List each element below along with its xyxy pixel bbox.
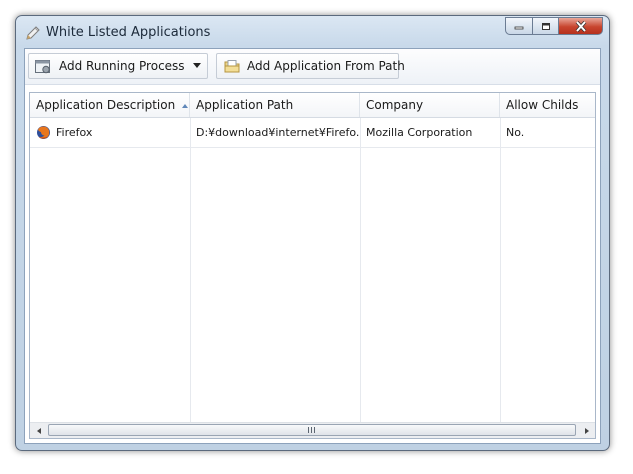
toolbar: Add Running Process Add Application From… <box>25 49 600 85</box>
sort-ascending-icon <box>182 103 189 108</box>
cell-application-description: Firefox <box>30 118 190 147</box>
window-title: White Listed Applications <box>46 25 211 40</box>
maximize-button[interactable] <box>532 17 558 35</box>
minimize-button[interactable] <box>505 17 532 35</box>
grip-icon <box>308 427 316 433</box>
column-header-label: Application Path <box>196 98 294 112</box>
folder-icon <box>224 60 240 73</box>
column-header-allow-childs[interactable]: Allow Childs <box>500 93 595 117</box>
scroll-right-button[interactable] <box>578 423 595 438</box>
app-window: White Listed Applications Add Running Pr… <box>15 15 610 451</box>
close-icon <box>575 20 586 32</box>
title-bar[interactable]: White Listed Applications <box>16 16 609 48</box>
application-table: Application Description Application Path… <box>29 92 596 439</box>
caption-buttons <box>505 17 603 35</box>
column-divider <box>190 118 191 424</box>
arrow-left-icon <box>36 427 41 434</box>
table-header: Application Description Application Path… <box>30 93 595 118</box>
scrollbar-thumb[interactable] <box>48 424 576 436</box>
cell-allow-childs: No. <box>506 126 525 139</box>
add-application-from-path-button[interactable]: Add Application From Path <box>216 53 405 79</box>
client-area: Add Running Process Add Application From… <box>24 48 601 444</box>
chevron-down-icon[interactable] <box>193 63 201 68</box>
add-running-process-button[interactable]: Add Running Process <box>28 53 208 79</box>
maximize-icon <box>541 22 550 30</box>
minimize-icon <box>514 26 524 30</box>
column-header-application-path[interactable]: Application Path <box>190 93 360 117</box>
column-header-application-description[interactable]: Application Description <box>30 93 190 117</box>
horizontal-scrollbar[interactable] <box>30 422 595 438</box>
process-window-icon <box>35 60 50 74</box>
firefox-icon <box>37 126 50 139</box>
add-running-process-label: Add Running Process <box>59 59 185 73</box>
cell-application-path: D:¥download¥internet¥Firefo... <box>196 126 360 139</box>
cell-company: Mozilla Corporation <box>366 126 473 139</box>
scroll-left-button[interactable] <box>30 423 47 438</box>
close-button[interactable] <box>558 17 603 35</box>
column-header-label: Allow Childs <box>506 98 579 112</box>
add-application-from-path-label: Add Application From Path <box>247 59 405 73</box>
arrow-right-icon <box>584 427 589 434</box>
application-description: Firefox <box>56 126 93 139</box>
pencil-icon <box>26 26 40 40</box>
column-divider <box>500 118 501 424</box>
table-row[interactable]: Firefox D:¥download¥internet¥Firefo... M… <box>30 118 595 148</box>
column-header-label: Company <box>366 98 424 112</box>
column-header-label: Application Description <box>36 98 176 112</box>
column-divider <box>360 118 361 424</box>
column-header-company[interactable]: Company <box>360 93 500 117</box>
